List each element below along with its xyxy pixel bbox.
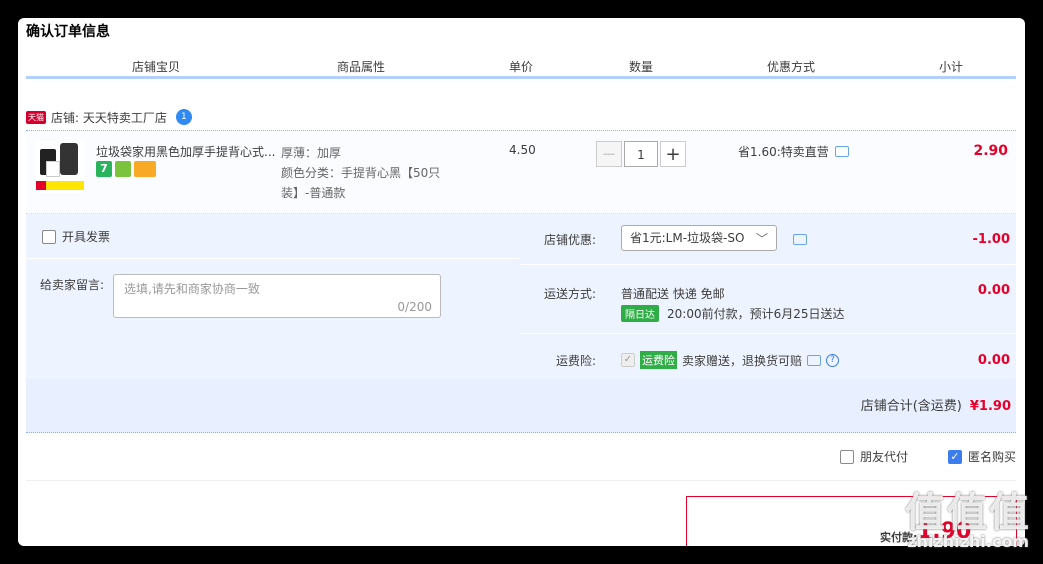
shipping-label: 运送方式: (543, 287, 596, 301)
decrease-button[interactable]: − (596, 141, 622, 167)
next-day-badge: 隔日达 (621, 305, 659, 322)
col-discount: 优惠方式 (766, 60, 815, 74)
shop-discount-value: 省1元:LM-垃圾袋-SO (630, 231, 745, 245)
invoice-label: 开具发票 (62, 230, 111, 244)
eta-text: 20:00前付款，预计6月25日送达 (667, 307, 845, 321)
anonymous-label: 匿名购买 (968, 450, 1017, 464)
shop-total: 店铺合计(含运费) ¥1.90 (26, 379, 1016, 433)
insurance-row: 运费险: ✓ 运费险 卖家赠送，退换货可赔 ? 0.00 (520, 334, 1016, 379)
shop-discount-label: 店铺优惠: (543, 233, 596, 247)
insurance-badge: 运费险 (640, 351, 677, 369)
shop-discount-amount: -1.00 (972, 232, 1010, 247)
friend-pay-label: 朋友代付 (860, 450, 909, 464)
insurance-option: ✓ 运费险 卖家赠送，退换货可赔 ? (621, 351, 840, 369)
message-counter: 0/200 (397, 300, 432, 314)
shop-total-text: 店铺合计(含运费) ¥1.90 (861, 395, 1011, 414)
item-discount: 省1.60:特卖直营 (738, 143, 849, 160)
product-thumbnail[interactable] (36, 141, 84, 193)
header-divider (26, 76, 1016, 79)
chevron-down-icon: ﹀ (755, 232, 768, 246)
shop-discount-row: 店铺优惠: 省1元:LM-垃圾袋-SO ﹀ -1.00 (520, 214, 1016, 264)
credit-card-icon (134, 161, 156, 177)
shop-total-label: 店铺合计(含运费) (860, 399, 962, 414)
order-confirm-card: 确认订单信息 店铺宝贝 商品属性 单价 数量 优惠方式 小计 天猫 店铺: 天天… (18, 18, 1025, 546)
col-quantity: 数量 (628, 60, 653, 74)
col-subtotal: 小计 (938, 60, 963, 74)
anonymous-option[interactable]: ✓ 匿名购买 (948, 448, 1016, 465)
message-icon[interactable] (793, 234, 807, 245)
attr-color: 颜色分类：手提背心黑【50只 (281, 166, 441, 180)
shipping-row: 运送方式: 普通配送 快递 免邮 隔日达 20:00前付款，预计6月25日送达 … (520, 265, 1016, 333)
seven-day-return-icon: 7 (96, 161, 112, 177)
attr-thickness: 厚薄：加厚 (281, 146, 342, 160)
order-options: 开具发票 给卖家留言: 选填,请先和商家协商一致 0/200 店铺优惠: 省1元… (26, 214, 1016, 433)
friend-pay-checkbox[interactable] (840, 449, 854, 464)
shipping-eta: 隔日达 20:00前付款，预计6月25日送达 (621, 305, 845, 322)
product-title[interactable]: 垃圾袋家用黑色加厚手提背心式... (96, 143, 276, 160)
tmall-icon: 天猫 (26, 110, 46, 124)
section-divider (26, 480, 1016, 481)
insurance-checkbox: ✓ (621, 353, 635, 367)
message-icon[interactable] (834, 146, 849, 157)
invoice-option[interactable]: 开具发票 (42, 228, 110, 245)
insurance-label: 运费险: (555, 354, 596, 368)
item-subtotal: 2.90 (973, 143, 1008, 159)
insurance-text: 卖家赠送，退换货可赔 (682, 353, 803, 368)
col-unit-price: 单价 (508, 60, 533, 74)
shipping-amount: 0.00 (977, 283, 1010, 298)
col-shop-item: 店铺宝贝 (131, 60, 180, 74)
quantity-stepper: − 1 + (596, 141, 686, 167)
message-placeholder: 选填,请先和商家协商一致 (124, 282, 260, 296)
shop-header: 天猫 店铺: 天天特卖工厂店 1 (26, 108, 192, 126)
unit-price: 4.50 (509, 143, 536, 157)
watermark-logo: 值值值 (905, 490, 1031, 536)
page-title: 确认订单信息 (26, 24, 110, 40)
guarantee-icon (115, 161, 131, 177)
shipping-method: 普通配送 快递 免邮 (621, 287, 725, 301)
friend-pay-option[interactable]: 朋友代付 (840, 448, 908, 465)
shop-total-amount: ¥1.90 (969, 399, 1011, 414)
anonymous-checkbox[interactable]: ✓ (948, 449, 962, 464)
watermark-url: zhizhizhi.com (907, 532, 1029, 551)
item-row: 垃圾袋家用黑色加厚手提背心式... 7 厚薄：加厚 颜色分类：手提背心黑【50只… (26, 130, 1016, 214)
message-label: 给卖家留言: (40, 278, 105, 292)
message-icon[interactable] (807, 354, 822, 366)
shop-name[interactable]: 店铺: 天天特卖工厂店 (51, 109, 167, 126)
wangwang-chat-icon[interactable]: 1 (175, 109, 192, 125)
col-attributes: 商品属性 (336, 60, 385, 74)
left-options: 开具发票 给卖家留言: 选填,请先和商家协商一致 0/200 (26, 214, 520, 379)
help-icon[interactable]: ? (826, 353, 840, 367)
attr-color-cont: 装】-普通款 (281, 186, 346, 200)
table-header: 店铺宝贝 商品属性 单价 数量 优惠方式 小计 (26, 58, 1016, 78)
discount-text: 省1.60:特卖直营 (738, 145, 829, 159)
invoice-checkbox[interactable] (42, 229, 56, 244)
left-divider (26, 258, 520, 259)
quantity-input[interactable]: 1 (624, 141, 658, 167)
seller-message-input[interactable]: 选填,请先和商家协商一致 0/200 (113, 274, 441, 318)
service-badges: 7 (96, 161, 156, 177)
shop-discount-select[interactable]: 省1元:LM-垃圾袋-SO ﹀ (621, 225, 777, 251)
insurance-amount: 0.00 (977, 353, 1010, 368)
product-attributes: 厚薄：加厚 颜色分类：手提背心黑【50只 装】-普通款 (281, 143, 451, 203)
increase-button[interactable]: + (660, 141, 686, 167)
